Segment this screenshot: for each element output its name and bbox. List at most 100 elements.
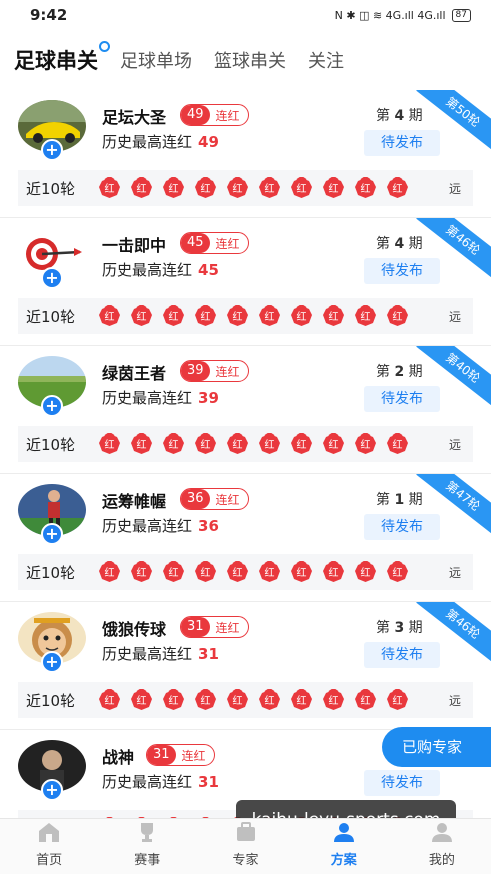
shield-label: 红 bbox=[296, 184, 307, 195]
red-result-icon: 红 bbox=[354, 305, 377, 327]
expert-name: 战神 bbox=[102, 748, 135, 767]
expert-card[interactable]: + 饿狼传球 31 连红 历史最高连红 31 第 3 期 待发布 第46轮 近10… bbox=[0, 602, 491, 730]
follow-plus-icon[interactable]: + bbox=[41, 651, 63, 673]
red-result-icon: 红 bbox=[386, 561, 409, 583]
period-text: 第 3 期 bbox=[376, 620, 423, 636]
shield-label: 红 bbox=[264, 440, 275, 451]
period-text: 第 4 期 bbox=[376, 108, 423, 124]
red-result-icon: 红 bbox=[258, 689, 281, 711]
red-result-icon: 红 bbox=[130, 561, 153, 583]
shield-label: 红 bbox=[328, 696, 339, 707]
best-streak-line: 历史最高连红 36 bbox=[102, 515, 219, 536]
best-streak-value: 49 bbox=[198, 133, 219, 151]
shield-label: 红 bbox=[360, 312, 371, 323]
best-streak-label: 历史最高连红 bbox=[102, 261, 193, 279]
tab-football-parlay[interactable]: 足球串关 bbox=[14, 41, 110, 75]
nav-item-trophy[interactable]: 赛事 bbox=[98, 819, 196, 874]
shield-label: 红 bbox=[232, 440, 243, 451]
recent-rounds-row: 近10轮 红 红 红 红 红 红 红 红 红 红 远 bbox=[18, 426, 473, 462]
shield-label: 红 bbox=[232, 312, 243, 323]
expert-card[interactable]: + 运筹帷幄 36 连红 历史最高连红 36 第 1 期 待发布 第47轮 近10… bbox=[0, 474, 491, 602]
nav-item-plan[interactable]: 方案 bbox=[295, 819, 393, 874]
follow-plus-icon[interactable]: + bbox=[41, 523, 63, 545]
red-result-icon: 红 bbox=[98, 433, 121, 455]
more-link[interactable]: 远 bbox=[449, 692, 461, 709]
recent-rounds-row: 近10轮 红 红 红 红 红 红 红 红 红 红 远 bbox=[18, 170, 473, 206]
streak-count: 36 bbox=[181, 489, 210, 509]
streak-label: 连红 bbox=[215, 364, 240, 379]
red-result-icon: 红 bbox=[290, 433, 313, 455]
shield-label: 红 bbox=[392, 568, 403, 579]
streak-badge: 39 连红 bbox=[180, 360, 249, 382]
shield-label: 红 bbox=[360, 568, 371, 579]
best-streak-label: 历史最高连红 bbox=[102, 645, 193, 663]
active-dot-icon bbox=[99, 41, 110, 52]
red-result-icon: 红 bbox=[98, 177, 121, 199]
best-streak-value: 31 bbox=[198, 645, 219, 663]
nav-item-expert[interactable]: 专家 bbox=[196, 819, 294, 874]
shield-label: 红 bbox=[392, 440, 403, 451]
nav-label: 我的 bbox=[428, 853, 455, 868]
bought-experts-button[interactable]: 已购专家 bbox=[382, 727, 491, 767]
red-result-icon: 红 bbox=[322, 177, 345, 199]
pending-status: 待发布 bbox=[364, 130, 440, 156]
more-link[interactable]: 远 bbox=[449, 308, 461, 325]
red-result-icon: 红 bbox=[194, 433, 217, 455]
best-streak-label: 历史最高连红 bbox=[102, 517, 193, 535]
nav-item-home[interactable]: 首页 bbox=[0, 819, 98, 874]
red-result-icon: 红 bbox=[386, 177, 409, 199]
expert-card[interactable]: + 绿茵王者 39 连红 历史最高连红 39 第 2 期 待发布 第40轮 近10… bbox=[0, 346, 491, 474]
more-link[interactable]: 远 bbox=[449, 180, 461, 197]
shield-label: 红 bbox=[360, 440, 371, 451]
follow-plus-icon[interactable]: + bbox=[41, 395, 63, 417]
nav-label: 首页 bbox=[36, 853, 63, 868]
red-result-icon: 红 bbox=[322, 305, 345, 327]
follow-plus-icon[interactable]: + bbox=[41, 779, 63, 801]
shield-label: 红 bbox=[104, 312, 115, 323]
red-result-icon: 红 bbox=[258, 305, 281, 327]
shield-label: 红 bbox=[104, 696, 115, 707]
more-link[interactable]: 远 bbox=[449, 436, 461, 453]
status-time: 9:42 bbox=[30, 6, 68, 24]
home-icon bbox=[37, 821, 61, 849]
nav-item-profile[interactable]: 我的 bbox=[393, 819, 491, 874]
pending-status: 待发布 bbox=[364, 642, 440, 668]
pending-status: 待发布 bbox=[364, 770, 440, 796]
period-number: 4 bbox=[394, 108, 405, 124]
tab-basketball-parlay[interactable]: 篮球串关 bbox=[214, 47, 286, 73]
shield-label: 红 bbox=[296, 568, 307, 579]
pending-status: 待发布 bbox=[364, 258, 440, 284]
shield-label: 红 bbox=[136, 440, 147, 451]
shield-label: 红 bbox=[232, 696, 243, 707]
follow-plus-icon[interactable]: + bbox=[41, 267, 63, 289]
shield-label: 红 bbox=[264, 184, 275, 195]
tab-follow[interactable]: 关注 bbox=[308, 47, 344, 73]
red-result-icon: 红 bbox=[130, 689, 153, 711]
streak-count: 31 bbox=[147, 745, 176, 765]
period-number: 1 bbox=[394, 492, 405, 508]
red-result-icon: 红 bbox=[322, 561, 345, 583]
expert-card[interactable]: + 足坛大圣 49 连红 历史最高连红 49 第 4 期 待发布 第50轮 近10… bbox=[0, 90, 491, 218]
best-streak-value: 36 bbox=[198, 517, 219, 535]
follow-plus-icon[interactable]: + bbox=[41, 139, 63, 161]
shield-label: 红 bbox=[328, 440, 339, 451]
red-result-icon: 红 bbox=[322, 689, 345, 711]
red-result-icon: 红 bbox=[226, 305, 249, 327]
red-result-icon: 红 bbox=[162, 689, 185, 711]
tab-football-single[interactable]: 足球单场 bbox=[120, 47, 192, 73]
shield-label: 红 bbox=[264, 312, 275, 323]
more-link[interactable]: 远 bbox=[449, 564, 461, 581]
expert-card[interactable]: + 一击即中 45 连红 历史最高连红 45 第 4 期 待发布 第46轮 近10… bbox=[0, 218, 491, 346]
red-result-icon: 红 bbox=[130, 177, 153, 199]
streak-count: 49 bbox=[181, 105, 210, 125]
recent-label: 近10轮 bbox=[26, 691, 76, 710]
shield-label: 红 bbox=[328, 568, 339, 579]
recent-label: 近10轮 bbox=[26, 179, 76, 198]
shield-label: 红 bbox=[200, 440, 211, 451]
shield-label: 红 bbox=[136, 184, 147, 195]
shield-label: 红 bbox=[136, 696, 147, 707]
category-tabs: 足球串关 足球单场 篮球串关 关注 bbox=[0, 30, 491, 90]
red-result-icon: 红 bbox=[226, 433, 249, 455]
shield-label: 红 bbox=[296, 440, 307, 451]
recent-results: 红红红红红红红红红红 bbox=[98, 177, 409, 199]
